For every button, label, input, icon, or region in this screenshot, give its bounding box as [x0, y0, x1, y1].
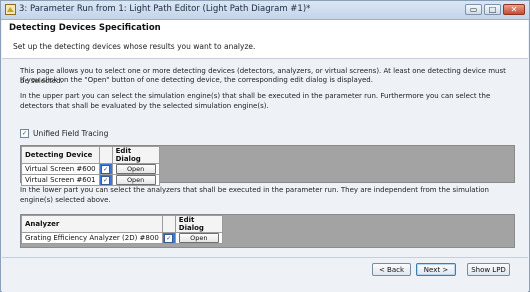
page-title: Detecting Devices Specification — [9, 23, 161, 33]
wizard-footer: < Back Next > Show LPD — [2, 257, 528, 292]
device-select-cell[interactable]: ✓ — [98, 174, 113, 186]
page-subtitle: Set up the detecting devices whose resul… — [13, 42, 256, 51]
close-button[interactable]: ✕ — [503, 4, 525, 15]
column-header-select — [98, 146, 113, 164]
next-button[interactable]: Next > — [416, 263, 456, 276]
intro-text-3: In the upper part you can select the sim… — [20, 92, 491, 110]
back-button[interactable]: < Back — [372, 263, 411, 276]
device-name: Virtual Screen #600 — [21, 163, 100, 175]
maximize-button[interactable]: □ — [484, 4, 501, 15]
app-icon — [5, 4, 16, 15]
table-row[interactable]: Virtual Screen #600 ✓ Open — [21, 163, 160, 175]
analyzers-table: Analyzer Edit Dialog Grating Efficiency … — [21, 215, 223, 244]
analyzer-select-cell[interactable]: ✓ — [161, 232, 176, 244]
edit-dialog-cell: Open — [174, 232, 223, 244]
open-button[interactable]: Open — [115, 164, 156, 174]
title-bar[interactable]: 3: Parameter Run from 1: Light Path Edit… — [1, 1, 529, 20]
window-title: 3: Parameter Run from 1: Light Path Edit… — [19, 4, 311, 14]
wizard-header: Detecting Devices Specification Set up t… — [2, 20, 528, 59]
open-button[interactable]: Open — [115, 175, 156, 185]
wizard-content: This page allows you to select one or mo… — [2, 59, 528, 256]
detecting-devices-grid: Detecting Device Edit Dialog Virtual Scr… — [20, 145, 515, 186]
table-row[interactable]: Virtual Screen #601 ✓ Open — [21, 174, 160, 186]
edit-dialog-cell: Open — [111, 163, 160, 175]
device-checkbox[interactable]: ✓ — [101, 164, 111, 174]
detecting-devices-table: Detecting Device Edit Dialog Virtual Scr… — [21, 146, 160, 186]
device-name: Virtual Screen #601 — [21, 174, 100, 186]
analyzer-checkbox[interactable]: ✓ — [164, 233, 174, 243]
parameter-run-window: 3: Parameter Run from 1: Light Path Edit… — [0, 0, 530, 292]
column-header-edit: Edit Dialog — [174, 215, 223, 233]
table-row[interactable]: Grating Efficiency Analyzer (2D) #800 ✓ … — [21, 232, 223, 244]
edit-dialog-cell: Open — [111, 174, 160, 186]
column-header-analyzer: Analyzer — [21, 215, 163, 233]
device-checkbox[interactable]: ✓ — [101, 175, 111, 185]
column-header-edit: Edit Dialog — [111, 146, 160, 164]
analyzer-name: Grating Efficiency Analyzer (2D) #800 — [21, 232, 163, 244]
lower-text: In the lower part you can select the ana… — [20, 186, 489, 204]
minimize-button[interactable]: ▭ — [465, 4, 482, 15]
show-lpd-button[interactable]: Show LPD — [467, 263, 510, 276]
column-header-select — [161, 215, 176, 233]
open-button[interactable]: Open — [178, 233, 219, 243]
device-select-cell[interactable]: ✓ — [98, 163, 113, 175]
window-controls: ▭ □ ✕ — [465, 4, 525, 15]
unified-field-tracing-label: Unified Field Tracing — [33, 129, 109, 138]
analyzers-grid: Analyzer Edit Dialog Grating Efficiency … — [20, 214, 515, 248]
intro-text-2: If you click on the "Open" button of one… — [20, 76, 373, 84]
unified-field-tracing-row[interactable]: ✓ Unified Field Tracing — [20, 129, 108, 138]
unified-field-tracing-checkbox[interactable]: ✓ — [20, 129, 29, 138]
column-header-device: Detecting Device — [21, 146, 100, 164]
